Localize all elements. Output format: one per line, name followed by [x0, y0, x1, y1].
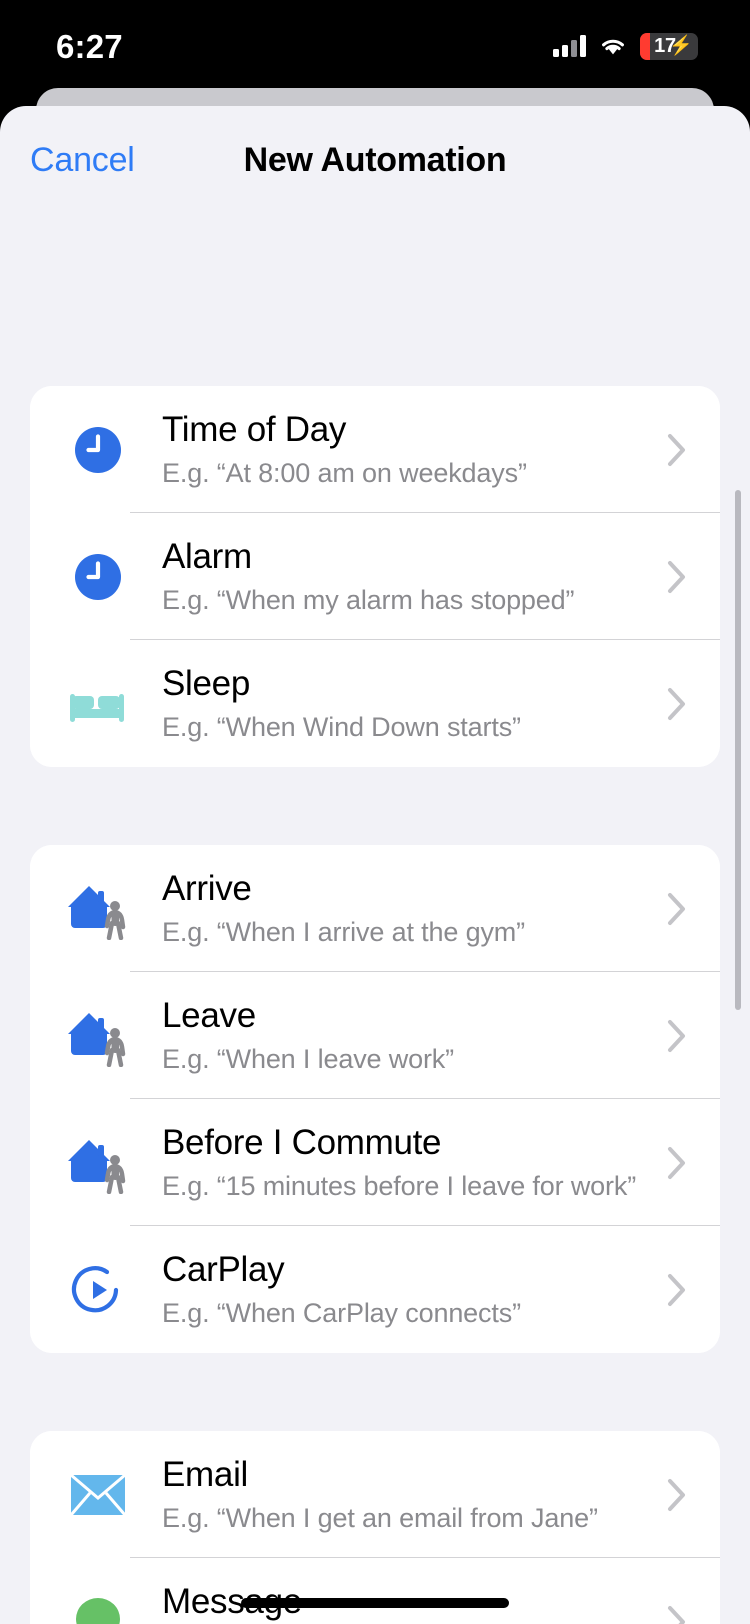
chevron-right-icon — [664, 432, 690, 468]
list-item-subtitle: E.g. “When my alarm has stopped” — [162, 585, 575, 616]
list-item-text: Alarm E.g. “When my alarm has stopped” — [162, 536, 646, 617]
list-item-text: Sleep E.g. “When Wind Down starts” — [162, 663, 646, 744]
list-item-title: Leave — [162, 995, 256, 1035]
envelope-icon — [62, 1459, 134, 1531]
chevron-right-icon — [664, 686, 690, 722]
chevron-right-icon — [664, 1272, 690, 1308]
status-bar: 6:27 17 ⚡ — [0, 0, 750, 88]
list-item-leave[interactable]: Leave E.g. “When I leave work” — [30, 972, 720, 1099]
list-item-text: Arrive E.g. “When I arrive at the gym” — [162, 868, 646, 949]
list-item-email[interactable]: Email E.g. “When I get an email from Jan… — [30, 1431, 720, 1558]
speech-bubble-icon — [62, 1586, 134, 1624]
lightning-bolt-icon: ⚡ — [669, 35, 693, 57]
home-indicator[interactable] — [241, 1598, 509, 1608]
chevron-right-icon — [664, 1018, 690, 1054]
chevron-right-icon — [664, 1477, 690, 1513]
list-item-subtitle: E.g. “When I leave work” — [162, 1044, 455, 1075]
list-item-subtitle: E.g. “When Wind Down starts” — [162, 712, 521, 743]
time-group: Time of Day E.g. “At 8:00 am on weekdays… — [30, 386, 720, 767]
chevron-right-icon — [664, 1604, 690, 1624]
location-group: Arrive E.g. “When I arrive at the gym” L… — [30, 845, 720, 1353]
status-bar-time: 6:27 — [56, 27, 123, 65]
wifi-icon — [602, 39, 624, 55]
list-item-subtitle: E.g. “When CarPlay connects” — [162, 1298, 521, 1329]
house-person-icon — [62, 873, 134, 945]
house-person-icon — [62, 1000, 134, 1072]
list-item-arrive[interactable]: Arrive E.g. “When I arrive at the gym” — [30, 845, 720, 972]
communication-group: Email E.g. “When I get an email from Jan… — [30, 1431, 720, 1624]
vertical-scrollbar[interactable] — [735, 490, 741, 1010]
clock-icon — [62, 414, 134, 486]
clock-icon — [62, 541, 134, 613]
list-item-subtitle: E.g. “When I get an email from Jane” — [162, 1503, 598, 1534]
chevron-right-icon — [664, 1145, 690, 1181]
status-bar-indicators: 17 ⚡ — [553, 29, 698, 60]
chevron-right-icon — [664, 559, 690, 595]
list-item-alarm[interactable]: Alarm E.g. “When my alarm has stopped” — [30, 513, 720, 640]
list-item-title: Alarm — [162, 536, 252, 576]
battery-icon: 17 ⚡ — [640, 32, 698, 60]
navigation-bar: Cancel New Automation — [0, 106, 750, 214]
house-person-icon — [62, 1127, 134, 1199]
list-item-text: Before I Commute E.g. “15 minutes before… — [162, 1122, 646, 1203]
automation-trigger-list[interactable]: Time of Day E.g. “At 8:00 am on weekdays… — [0, 386, 750, 1624]
carplay-icon — [62, 1254, 134, 1326]
list-item-text: Email E.g. “When I get an email from Jan… — [162, 1454, 646, 1535]
list-item-carplay[interactable]: CarPlay E.g. “When CarPlay connects” — [30, 1226, 720, 1353]
new-automation-sheet: Cancel New Automation Time of Day E.g. “… — [0, 106, 750, 1624]
list-item-title: CarPlay — [162, 1249, 285, 1289]
list-item-title: Sleep — [162, 663, 251, 703]
phone-screen: 6:27 17 ⚡ Cancel New Automation Time of … — [0, 0, 750, 1624]
list-item-title: Email — [162, 1454, 249, 1494]
list-item-title: Before I Commute — [162, 1122, 442, 1162]
list-item-before-i-commute[interactable]: Before I Commute E.g. “15 minutes before… — [30, 1099, 720, 1226]
list-item-subtitle: E.g. “15 minutes before I leave for work… — [162, 1171, 637, 1202]
list-item-subtitle: E.g. “At 8:00 am on weekdays” — [162, 458, 527, 489]
list-item-sleep[interactable]: Sleep E.g. “When Wind Down starts” — [30, 640, 720, 767]
list-item-text: Leave E.g. “When I leave work” — [162, 995, 646, 1076]
list-item-title: Arrive — [162, 868, 252, 908]
list-item-time-of-day[interactable]: Time of Day E.g. “At 8:00 am on weekdays… — [30, 386, 720, 513]
list-item-title: Time of Day — [162, 409, 347, 449]
bed-icon — [62, 668, 134, 740]
chevron-right-icon — [664, 891, 690, 927]
list-item-message[interactable]: Message E.g. “When I get a message from … — [30, 1558, 720, 1624]
list-item-subtitle: E.g. “When I arrive at the gym” — [162, 917, 525, 948]
cellular-bars-icon — [553, 35, 586, 57]
list-item-text: Time of Day E.g. “At 8:00 am on weekdays… — [162, 409, 646, 490]
cancel-button[interactable]: Cancel — [30, 141, 135, 180]
list-item-text: CarPlay E.g. “When CarPlay connects” — [162, 1249, 646, 1330]
